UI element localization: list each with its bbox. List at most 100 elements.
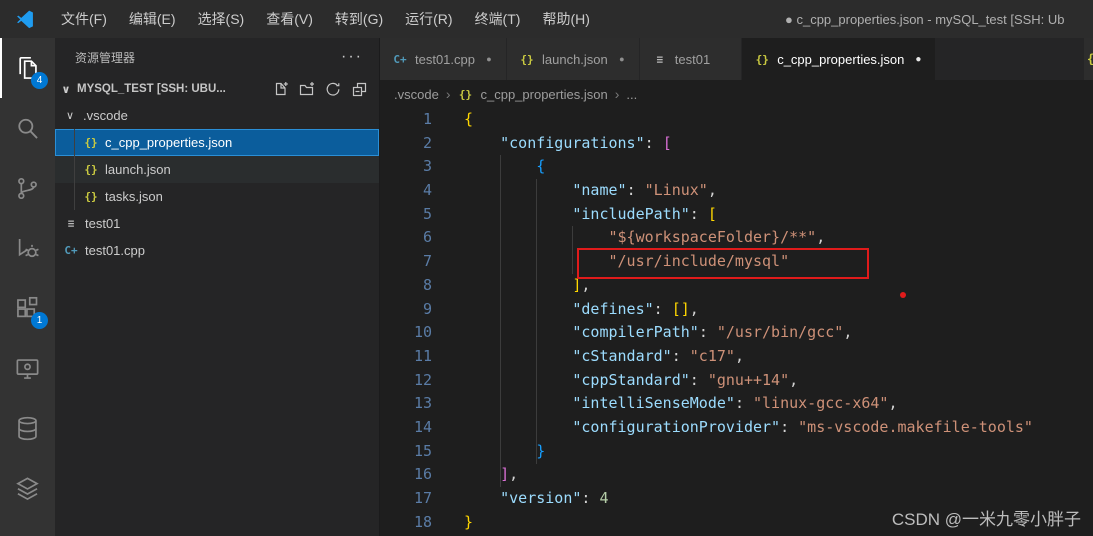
new-file-icon[interactable] — [273, 81, 289, 97]
breadcrumb-item-0[interactable]: .vscode — [394, 87, 439, 102]
tree-item-test01[interactable]: ≡ test01 — [55, 210, 379, 237]
line-number: 11 — [413, 346, 432, 365]
section-label: MYSQL_TEST [SSH: UBU... — [77, 83, 226, 95]
line-number: 14 — [413, 417, 432, 436]
line-number: 15 — [413, 441, 432, 460]
line-number: 17 — [413, 489, 432, 507]
breadcrumb-item-2[interactable]: ... — [626, 87, 637, 102]
code-line-11[interactable]: 11 "cStandard": "c17", — [380, 345, 1093, 369]
new-folder-icon[interactable] — [299, 81, 315, 97]
json-file-icon: {} — [755, 52, 769, 66]
code-line-3[interactable]: 3 { — [380, 155, 1093, 179]
menu-item-5[interactable]: 运行(R) — [394, 9, 463, 29]
code-line-5[interactable]: 5 "includePath": [ — [380, 203, 1093, 227]
tab-label: c_cpp_properties.json — [777, 51, 905, 67]
line-number: 8 — [422, 275, 432, 294]
tree-item-label: launch.json — [105, 162, 171, 177]
line-number: 2 — [422, 133, 432, 152]
tree-item-test01.cpp[interactable]: C+ test01.cpp — [55, 237, 379, 264]
line-content: "version": 4 — [500, 489, 609, 507]
tab-label: launch.json — [542, 51, 608, 67]
unsaved-dot-icon[interactable]: ● — [482, 54, 496, 64]
tab-test01.cpp[interactable]: C+ test01.cpp ● — [380, 38, 506, 80]
line-content: "${workspaceFolder}/**", — [608, 228, 826, 247]
tab-partial[interactable]: { — [1084, 38, 1093, 80]
chevron-down-icon: ∨ — [65, 110, 75, 122]
code-line-15[interactable]: 15 } — [380, 440, 1093, 464]
code-line-17[interactable]: 17 "version": 4 — [380, 487, 1093, 511]
tree-item-.vscode[interactable]: ∨ .vscode — [55, 102, 379, 129]
menu-item-3[interactable]: 查看(V) — [255, 9, 324, 29]
layers-icon — [16, 476, 39, 500]
tree-item-label: test01 — [85, 216, 121, 231]
unsaved-dot-icon[interactable]: ● — [911, 54, 925, 65]
menu-item-2[interactable]: 选择(S) — [187, 9, 256, 29]
code-line-10[interactable]: 10 "compilerPath": "/usr/bin/gcc", — [380, 321, 1093, 345]
code-line-12[interactable]: 12 "cppStandard": "gnu++14", — [380, 369, 1093, 393]
line-number: 13 — [413, 394, 432, 413]
activity-extensions-button[interactable]: 1 — [0, 278, 55, 338]
collapse-all-icon[interactable] — [351, 81, 367, 97]
code-line-16[interactable]: 16 ], — [380, 463, 1093, 487]
source-control-icon — [18, 177, 37, 199]
makefile-file-icon: ≡ — [656, 52, 664, 66]
code-line-9[interactable]: 9 "defines": [], — [380, 298, 1093, 322]
activity-database-button[interactable] — [0, 398, 55, 458]
cpp-file-icon: C+ — [64, 244, 78, 257]
code-line-14[interactable]: 14 "configurationProvider": "ms-vscode.m… — [380, 416, 1093, 440]
tab-bar: C+ test01.cpp ● {} launch.json ● ≡ test01 {} c_cp… — [380, 38, 1093, 80]
menu-bar: 文件(F) 编辑(E) 选择(S) 查看(V) 转到(G) 运行(R) 终端(T) 帮助(H) — [50, 0, 601, 38]
menu-item-7[interactable]: 帮助(H) — [531, 9, 600, 29]
line-number: 4 — [422, 181, 432, 200]
code-line-1[interactable]: 1{ — [380, 108, 1093, 132]
more-actions-icon[interactable]: ··· — [341, 48, 363, 66]
refresh-icon[interactable] — [325, 81, 341, 97]
explorer-section-header[interactable]: ∨ MYSQL_TEST [SSH: UBU... — [55, 76, 379, 102]
menu-item-0[interactable]: 文件(F) — [50, 9, 118, 29]
menu-item-1[interactable]: 编辑(E) — [118, 9, 187, 29]
chevron-down-icon: ∨ — [61, 83, 71, 96]
line-content: "configurations": [ — [500, 133, 672, 152]
code-editor[interactable]: 1{2 "configurations": [3 {4 "name": "Lin… — [380, 108, 1093, 536]
tree-item-tasks.json[interactable]: {} tasks.json — [55, 183, 379, 210]
run-debug-icon — [18, 238, 39, 257]
breadcrumb-separator-icon: › — [445, 86, 451, 102]
tab-label: test01 — [674, 51, 711, 67]
explorer-badge: 4 — [31, 72, 48, 89]
tree-item-c_cpp_properties.json[interactable]: {} c_cpp_properties.json — [55, 129, 379, 156]
tab-test01[interactable]: ≡ test01 — [639, 38, 742, 80]
code-line-6[interactable]: 6 "${workspaceFolder}/**", — [380, 226, 1093, 250]
menu-item-4[interactable]: 转到(G) — [324, 9, 394, 29]
search-icon — [18, 118, 38, 139]
editor-area: C+ test01.cpp ● {} launch.json ● ≡ test01 {} c_cp… — [380, 38, 1093, 536]
breadcrumb-item-1[interactable]: c_cpp_properties.json — [480, 87, 607, 102]
activity-remote-explorer-button[interactable] — [0, 338, 55, 398]
activity-run-debug-button[interactable] — [0, 218, 55, 278]
line-content: } — [536, 441, 546, 460]
line-number: 7 — [422, 252, 432, 271]
code-line-4[interactable]: 4 "name": "Linux", — [380, 179, 1093, 203]
tab-launch.json[interactable]: {} launch.json ● — [507, 38, 639, 80]
activity-search-button[interactable] — [0, 98, 55, 158]
menu-item-6[interactable]: 终端(T) — [464, 9, 532, 29]
watermark: CSDN @一米九零小胖子 — [891, 510, 1081, 530]
activity-layers-button[interactable] — [0, 458, 55, 518]
code-lines: 1{2 "configurations": [3 {4 "name": "Lin… — [380, 108, 1093, 534]
json-file-icon: {} — [458, 87, 473, 101]
line-content: } — [464, 512, 474, 531]
tab-c_cpp_properties.json[interactable]: {} c_cpp_properties.json ● — [742, 38, 936, 80]
tree-item-launch.json[interactable]: {} launch.json — [55, 156, 379, 183]
code-line-13[interactable]: 13 "intelliSenseMode": "linux-gcc-x64", — [380, 392, 1093, 416]
activity-explorer-button[interactable]: 4 — [0, 38, 55, 98]
unsaved-dot-icon[interactable]: ● — [615, 54, 629, 64]
code-line-2[interactable]: 2 "configurations": [ — [380, 132, 1093, 156]
file-tree: ∨ .vscode {} c_cpp_properties.json {} launch.… — [55, 102, 379, 536]
annotation-red-box — [577, 248, 869, 279]
line-content: "includePath": [ — [572, 204, 717, 223]
window-title: ● c_cpp_properties.json - mySQL_test [SS… — [785, 11, 1065, 27]
remote-explorer-icon — [16, 358, 39, 379]
line-number: 3 — [422, 157, 432, 176]
json-file-icon: {} — [84, 190, 98, 203]
activity-source-control-button[interactable] — [0, 158, 55, 218]
line-content: ], — [500, 465, 519, 484]
